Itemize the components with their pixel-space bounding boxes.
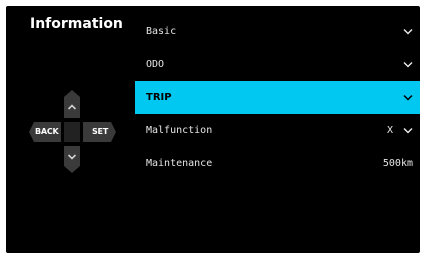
menu-item-basic[interactable]: Basic	[135, 15, 420, 48]
back-button-label: BACK	[35, 127, 59, 136]
set-button-label: SET	[92, 127, 109, 136]
set-button[interactable]: SET	[83, 122, 116, 142]
menu-item-malfunction[interactable]: Malfunction X	[135, 114, 420, 147]
chevron-down-icon	[403, 127, 413, 134]
chevron-down-icon	[403, 94, 413, 101]
menu-item-trip[interactable]: TRIP	[135, 81, 420, 114]
up-button[interactable]	[64, 90, 80, 118]
back-button[interactable]: BACK	[29, 122, 61, 142]
device-screen: Information BACK SET Basic ODO TRIP Malf…	[6, 6, 420, 253]
page-title: Information	[30, 16, 123, 32]
menu-item-maintenance[interactable]: Maintenance 500km	[135, 147, 420, 180]
down-button[interactable]	[64, 146, 80, 173]
menu-item-odo[interactable]: ODO	[135, 48, 420, 81]
menu-item-label: ODO	[146, 59, 165, 70]
malfunction-status: X	[386, 125, 393, 136]
dpad: BACK SET	[28, 88, 128, 188]
menu-item-label: TRIP	[146, 92, 172, 103]
info-menu: Basic ODO TRIP Malfunction X Maintenance…	[135, 15, 420, 180]
menu-item-label: Basic	[146, 26, 177, 37]
menu-item-label: Malfunction	[146, 125, 213, 136]
chevron-down-icon	[403, 28, 413, 35]
chevron-down-icon	[403, 61, 413, 68]
menu-item-label: Maintenance	[146, 158, 213, 169]
maintenance-distance: 500km	[382, 158, 413, 169]
